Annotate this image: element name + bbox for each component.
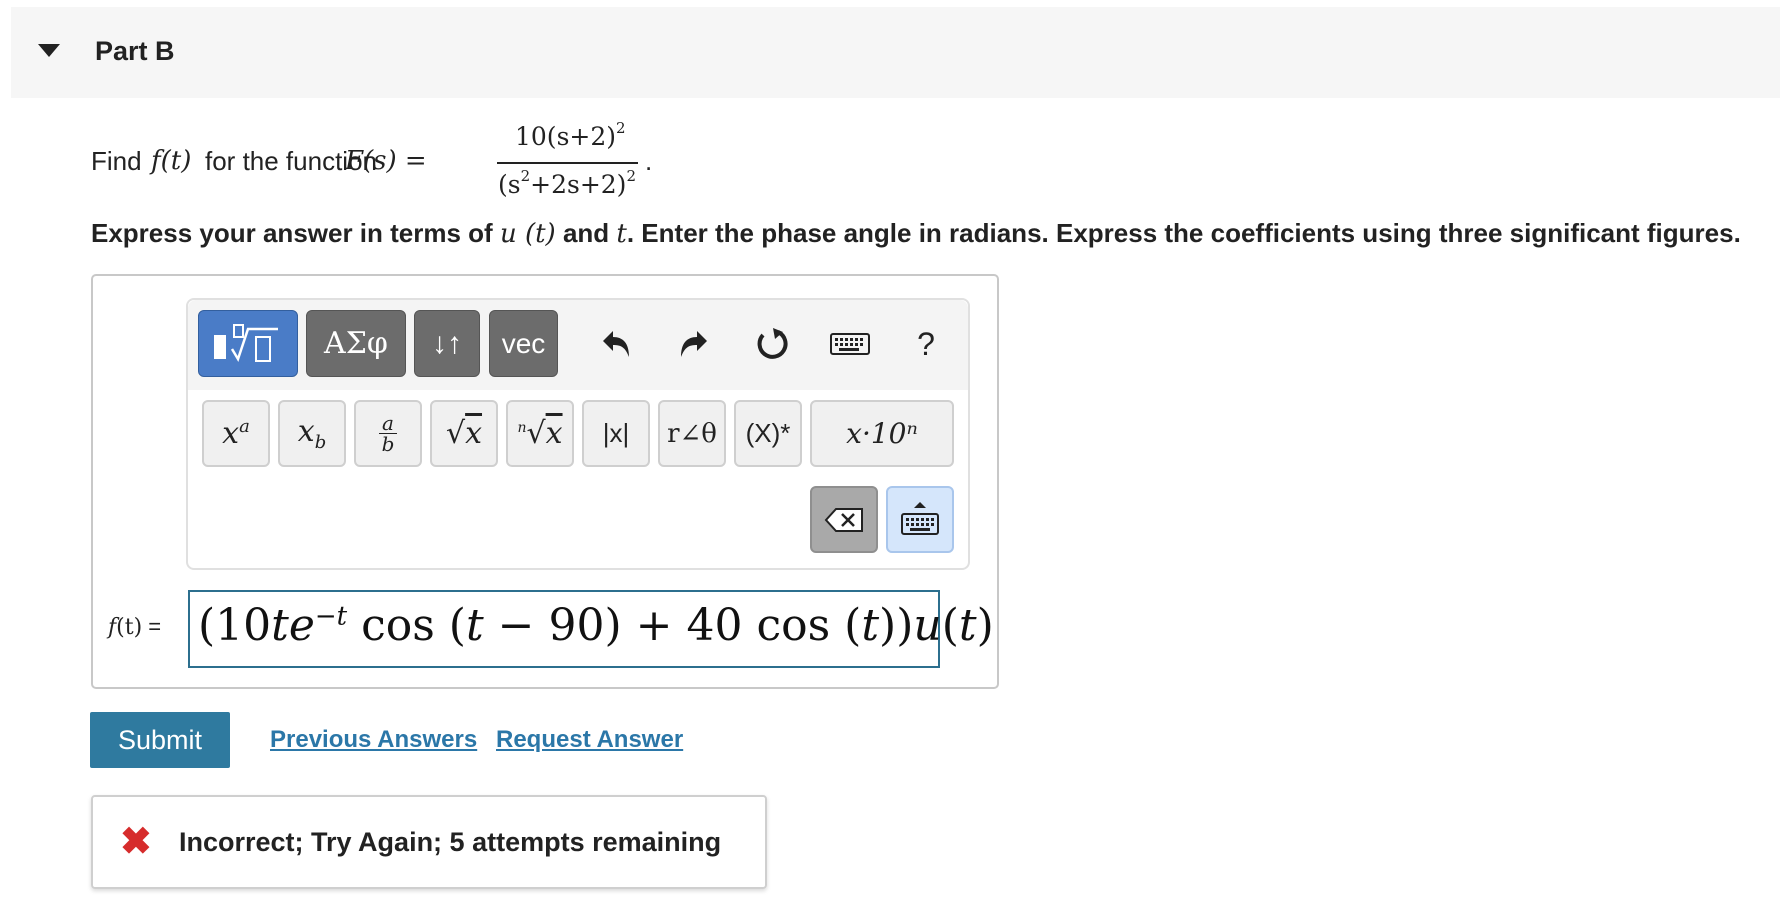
part-title: Part B bbox=[95, 36, 175, 66]
keyboard-toggle-button[interactable] bbox=[886, 486, 954, 553]
fraction-icon: ab bbox=[379, 413, 397, 454]
backspace-button[interactable] bbox=[810, 486, 878, 553]
polar-form-button[interactable]: r∠θ bbox=[658, 400, 726, 467]
help-button[interactable]: ? bbox=[900, 318, 952, 370]
superscript-icon: xa bbox=[222, 416, 250, 451]
fraction-bar bbox=[497, 162, 638, 164]
arrows-button[interactable]: ↓↑ bbox=[414, 310, 480, 377]
part-header[interactable] bbox=[11, 7, 1780, 98]
question-period: . bbox=[645, 146, 653, 176]
collapse-caret-icon[interactable] bbox=[38, 44, 60, 57]
keyboard-shortcuts-button[interactable] bbox=[824, 318, 876, 370]
square-root-icon: √x bbox=[445, 416, 483, 451]
fraction-button[interactable]: ab bbox=[354, 400, 422, 467]
feedback-message: Incorrect; Try Again; 5 attempts remaini… bbox=[179, 827, 722, 857]
undo-icon bbox=[603, 331, 629, 357]
answer-expression: (10te−t cos (t − 90) + 40 cos (t))u(t) bbox=[198, 600, 994, 651]
superscript-button[interactable]: xa bbox=[202, 400, 270, 467]
subscript-button[interactable]: xb bbox=[278, 400, 346, 467]
previous-answers-link[interactable]: Previous Answers bbox=[270, 726, 477, 754]
backspace-icon bbox=[824, 507, 863, 532]
greek-symbols-button[interactable]: ΑΣφ bbox=[306, 310, 406, 377]
request-answer-link[interactable]: Request Answer bbox=[496, 726, 683, 754]
scientific-notation-button[interactable]: x·10ⁿ bbox=[810, 400, 954, 467]
nth-root-button[interactable]: n√x bbox=[506, 400, 574, 467]
scientific-notation-label: x·10ⁿ bbox=[846, 417, 918, 450]
reset-button[interactable] bbox=[746, 318, 798, 370]
incorrect-x-icon: ✖ bbox=[120, 821, 152, 863]
reset-icon bbox=[757, 328, 788, 359]
templates-icon bbox=[214, 323, 278, 362]
redo-button[interactable] bbox=[668, 318, 720, 370]
templates-button[interactable] bbox=[198, 310, 298, 377]
conjugate-button[interactable]: (X)* bbox=[734, 400, 802, 467]
fraction-denominator: (s2+2s+2)2 bbox=[498, 167, 636, 199]
question-f-of-t: f(t) bbox=[151, 146, 192, 176]
nth-root-icon: n√x bbox=[517, 416, 563, 451]
subscript-icon: xb bbox=[297, 414, 327, 453]
keyboard-toggle-icon bbox=[901, 501, 939, 535]
question-find: Find bbox=[91, 146, 142, 176]
feedback-box: ✖ Incorrect; Try Again; 5 attempts remai… bbox=[91, 795, 767, 889]
question-F-of-s: F(s) = bbox=[345, 146, 427, 176]
keyboard-icon bbox=[830, 333, 870, 355]
redo-icon bbox=[681, 331, 707, 357]
vector-button[interactable]: vec bbox=[489, 310, 558, 377]
square-root-button[interactable]: √x bbox=[430, 400, 498, 467]
absolute-value-button[interactable]: |x| bbox=[582, 400, 650, 467]
submit-button[interactable]: Submit bbox=[90, 712, 230, 768]
answer-input[interactable]: (10te−t cos (t − 90) + 40 cos (t))u(t) bbox=[188, 590, 994, 668]
answer-label: f(t) = bbox=[108, 614, 162, 640]
instruction-text: Express your answer in terms of u (t) an… bbox=[91, 218, 1741, 249]
fraction-numerator: 10(s+2)2 bbox=[515, 119, 626, 151]
undo-button[interactable] bbox=[590, 318, 642, 370]
